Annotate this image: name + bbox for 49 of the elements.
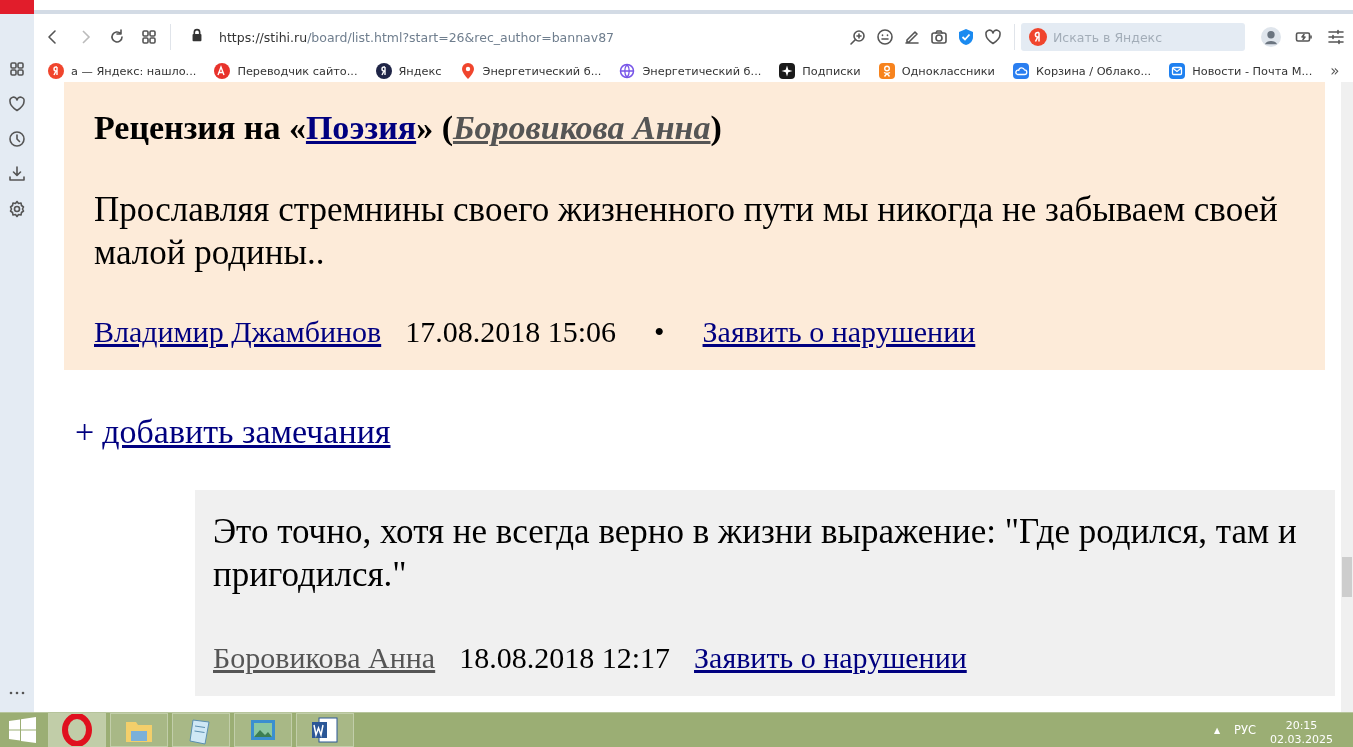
pen-icon[interactable] (903, 28, 921, 46)
author-link[interactable]: Боровикова Анна (452, 109, 711, 146)
opera-tab-corner (0, 0, 34, 14)
bookmark-item[interactable]: Энергетический б... (619, 63, 762, 79)
reply-text: Это точно, хотя не всегда верно в жизни выражение: "Где родился, там и пригодился." (213, 511, 1298, 596)
history-icon[interactable] (8, 130, 26, 148)
bookmark-item[interactable]: Одноклассники (878, 63, 995, 79)
search-field[interactable]: Искать в Яндекс (1021, 23, 1245, 51)
bookmark-item[interactable]: Новости - Почта М... (1169, 63, 1313, 79)
bookmark-item[interactable]: Энергетический б... (459, 63, 602, 79)
bookmark-item[interactable]: Яндекс (375, 63, 442, 79)
report-link[interactable]: Заявить о нарушении (694, 640, 967, 676)
address-field[interactable]: https://stihi.ru/board/list.html?start=26&rec_author=bannav87 (219, 29, 615, 45)
taskbar-app-button[interactable] (296, 713, 354, 747)
reply-date: 18.08.2018 12:17 (459, 640, 671, 676)
reviewer-link[interactable]: Владимир Джамбинов (94, 314, 382, 350)
heart-icon[interactable] (8, 95, 26, 113)
bookmark-item[interactable]: Корзина / Облако... (1012, 63, 1152, 79)
bookmark-item[interactable]: а — Яндекс: нашло... (48, 63, 197, 79)
speed-dial-icon[interactable] (140, 28, 158, 46)
download-icon[interactable] (8, 165, 26, 183)
more-bookmarks-button[interactable]: » (1330, 62, 1340, 80)
heart-icon[interactable] (984, 28, 1002, 46)
document-icon (309, 714, 341, 746)
speed-dial-icon[interactable] (8, 60, 26, 78)
report-link[interactable]: Заявить о нарушении (702, 314, 976, 350)
emoji-icon[interactable] (876, 28, 894, 46)
plus-sign: + (75, 412, 95, 452)
reload-icon[interactable] (108, 28, 126, 46)
scrollbar[interactable] (1341, 82, 1353, 712)
avatar-icon[interactable] (1261, 27, 1281, 47)
taskbar-app-button[interactable] (234, 713, 292, 747)
shield-icon[interactable] (957, 28, 975, 46)
taskbar-app-button[interactable] (48, 713, 106, 747)
camera-icon[interactable] (930, 28, 948, 46)
bookmark-item[interactable]: Подписки (779, 63, 861, 79)
work-link[interactable]: Поэзия (305, 109, 417, 146)
review-text: Прославляя стремнины своего жизненного пути мы никогда не забываем своей малой родины.. (94, 189, 1279, 274)
bookmark-item[interactable]: Переводчик сайто... (214, 63, 358, 79)
o-logo-icon (61, 714, 93, 746)
add-comment-link[interactable]: добавить замечания (102, 412, 391, 452)
review-date: 17.08.2018 15:06 (405, 314, 617, 350)
author-link[interactable]: Боровикова Анна (213, 640, 436, 676)
settings-icon[interactable] (1327, 28, 1345, 46)
review-heading: Рецензия на «Поэзия» (Боровикова Анна) (94, 108, 723, 148)
settings-icon[interactable] (8, 200, 26, 218)
bullet-separator: • (654, 314, 665, 350)
scrollbar-thumb[interactable] (1342, 557, 1352, 597)
zoom-icon[interactable] (849, 28, 867, 46)
